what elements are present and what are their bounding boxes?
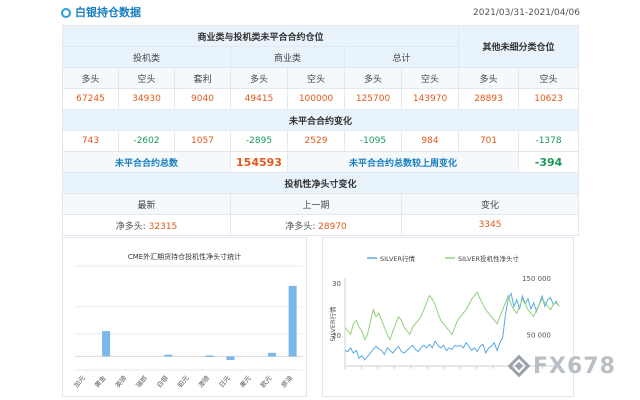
category-label: 英镑 [113,373,129,389]
change-cell: 701 [458,130,520,152]
legend-label: SILVER行情 [380,254,416,263]
change-cell: 2529 [287,130,345,152]
bar [288,285,297,357]
oi-total-label: 未平合合约总数 [62,151,231,173]
previous-header: 上一期 [230,193,402,215]
bar [205,355,214,358]
watermark-logo: FX678 [507,348,618,384]
net-prev-value: 28970 [318,221,347,232]
spec-long-value: 67245 [62,88,119,110]
positions-table: 商业类与投机类未平合合约仓位 其他未细分类仓位 投机类 商业类 总计 多头 空头… [61,25,580,236]
spec-net-header: 投机性净头寸变化 [61,172,580,194]
y-axis-label: SILVER行情 [328,306,337,342]
category-label: 美元 [237,373,253,389]
comm-short-value: 100000 [287,88,345,110]
right-tick: 150 000 [522,275,551,283]
main-group-header: 商业类与投机类未平合合约仓位 [61,25,460,47]
net-latest-value: 32315 [148,221,178,232]
net-latest-cell: 净多头: 32315 [62,214,231,236]
bar [164,354,173,357]
net-long-label: 净多头: [285,221,316,232]
bar [267,352,276,357]
category-label: 铂元 [175,373,191,389]
category-label: 加元 [72,373,88,389]
col-long: 多头 [458,67,520,89]
page-header: 白银持仓数据 2021/03/31-2021/04/06 [0,0,640,26]
category-label: 日元 [218,374,233,389]
col-short: 空头 [118,67,175,89]
change-cell: -2895 [230,130,288,152]
bar-chart: 加元 黄金 英镑 瑞郎 白银 铂元 澳镑 日元 美元 欧元 原油 [72,265,303,390]
col-long: 多头 [62,67,119,89]
oi-change-label: 未平合合约总数较上周变化 [286,151,520,173]
category-label: 白银 [155,373,171,389]
watermark-text: FX678 [533,353,616,379]
bar-chart-panel: CME外汇期货持仓投机性净头寸统计 加元 黄金 英镑 瑞郎 白银 铂元 澳镑 日元 美元 欧元 原油 [62,237,307,397]
change-cell: -1378 [518,130,580,152]
other-long-value: 28893 [458,88,520,110]
total-short-value: 143970 [400,88,460,110]
col-long: 多头 [230,67,288,89]
change-cell: -1095 [344,130,402,152]
change-cell: 1057 [174,130,231,152]
comm-long-value: 49415 [230,88,288,110]
total-long-value: 125700 [344,88,402,110]
other-short-value: 10623 [518,88,580,110]
left-tick: 30 [332,280,341,288]
net-change-value: 3345 [400,214,580,236]
total-header: 总计 [343,46,460,68]
right-tick: 50 000 [527,331,552,339]
change-cell: -2602 [118,130,175,152]
logo-icon [507,354,531,378]
oi-change-header: 未平合合约变化 [61,109,580,131]
other-group-header: 其他未细分类仓位 [458,25,580,68]
category-label: 瑞郎 [134,373,150,389]
latest-header: 最新 [62,193,231,215]
col-short: 空头 [518,67,580,89]
col-spread: 套利 [174,67,231,89]
category-label: 原油 [279,374,294,390]
change-cell: 743 [62,130,119,152]
category-label: 欧元 [258,373,274,389]
category-label: 黄金 [92,373,108,389]
spec-short-value: 34930 [118,88,175,110]
date-range: 2021/03/31-2021/04/06 [473,8,580,18]
page-title: 白银持仓数据 [75,6,141,19]
category-label: 澳镑 [196,373,212,389]
spec-spread-value: 9040 [174,88,231,110]
oi-change-value: -394 [518,151,580,173]
bar [102,331,111,357]
net-prev-cell: 净多头: 28970 [230,214,402,236]
speculative-header: 投机类 [62,46,231,68]
change-header: 变化 [400,193,580,215]
commercial-header: 商业类 [230,46,345,68]
net-long-label: 净多头: [115,221,146,232]
bar [226,356,235,361]
circle-icon [61,8,71,18]
legend-label: SILVER投机性净头寸 [458,254,520,263]
change-cell: 984 [400,130,460,152]
oi-total-value: 154593 [230,151,288,173]
col-short: 空头 [400,67,460,89]
col-short: 空头 [287,67,345,89]
col-long: 多头 [344,67,402,89]
